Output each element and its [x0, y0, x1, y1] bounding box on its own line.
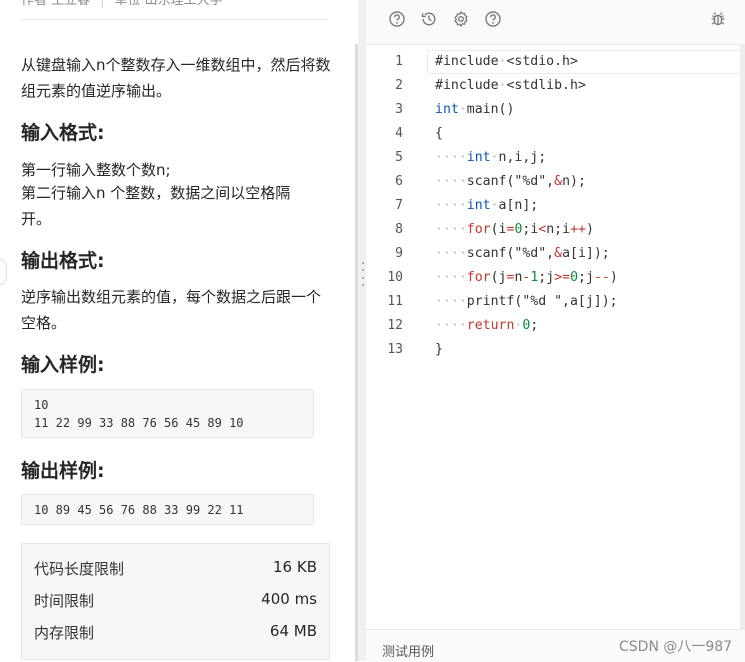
code-text: ····int·n,i,j; [435, 150, 547, 165]
line-number: 10 [387, 270, 403, 285]
code-text: ····printf("%d ",a[j]); [435, 294, 618, 309]
code-line[interactable]: 7 ····int·a[n]; [366, 194, 745, 218]
panel-splitter[interactable] [358, 0, 366, 661]
limit-label: 内存限制 [34, 624, 95, 642]
sample-input-title: 输入样例: [21, 354, 105, 376]
code-editor[interactable]: 1 #include·<stdio.h> 2 #include·<stdlib.… [366, 49, 745, 629]
input-format-title: 输入格式: [21, 122, 105, 144]
limit-label: 代码长度限制 [34, 560, 125, 578]
limit-row-code-length: 代码长度限制 16 KB [34, 558, 317, 580]
code-line[interactable]: 9 ····scanf("%d",&a[i]); [366, 242, 745, 266]
line-number: 6 [395, 174, 403, 189]
problem-description: 从键盘输入n个整数存入一维数组中，然后将数组元素的值逆序输出。 [21, 56, 331, 100]
code-text: } [435, 342, 443, 357]
limits-table: 代码长度限制 16 KB 时间限制 400 ms 内存限制 64 MB [21, 543, 330, 660]
sample-output-title: 输出样例: [21, 460, 105, 482]
code-text: ····return·0; [435, 318, 539, 333]
input-format-line2: 第二行输入n 个整数，数据之间以空格隔开。 [21, 184, 291, 228]
output-format-title: 输出格式: [21, 250, 105, 272]
limit-label: 时间限制 [34, 592, 95, 610]
sample-input-line: 10 [34, 398, 49, 412]
sample-input-line: 11 22 99 33 88 76 56 45 89 10 [34, 416, 244, 430]
code-line[interactable]: 2 #include·<stdlib.h> [366, 74, 745, 98]
sample-output-box[interactable]: 10 89 45 56 76 88 33 99 22 11 [21, 494, 314, 525]
code-line[interactable]: 13 } [366, 338, 745, 362]
editor-scrollbar[interactable] [740, 44, 745, 644]
editor-bottom-bar: 测试用例 CSDN @八一987 [366, 629, 745, 662]
watermark: CSDN @八一987 [619, 639, 733, 655]
collapse-handle[interactable] [0, 258, 7, 286]
code-text: ····for(i=0;i<n;i++) [435, 222, 594, 237]
line-number: 12 [387, 318, 403, 333]
line-number: 1 [395, 54, 403, 69]
code-text: int·main() [435, 102, 515, 117]
code-text: { [435, 126, 443, 141]
line-number: 3 [395, 102, 403, 117]
code-text: ····scanf("%d",&n); [435, 174, 586, 189]
code-line[interactable]: 11 ····printf("%d ",a[j]); [366, 290, 745, 314]
code-line[interactable]: 12 ····return·0; [366, 314, 745, 338]
limit-row-time: 时间限制 400 ms [34, 590, 317, 612]
code-line[interactable]: 8 ····for(i=0;i<n;i++) [366, 218, 745, 242]
author-label: 作者 王立春 [21, 0, 91, 8]
unit-label: 单位 山东理工大学 [114, 0, 223, 8]
code-text: ····for(j=n-1;j>=0;j--) [435, 270, 618, 285]
bug-icon[interactable] [709, 10, 727, 28]
line-number: 4 [395, 126, 403, 141]
author-row: 作者 王立春 | 单位 山东理工大学 [21, 0, 328, 20]
code-line[interactable]: 1 #include·<stdio.h> [366, 50, 745, 74]
limit-value: 400 ms [261, 590, 317, 608]
code-text: ····int·a[n]; [435, 198, 539, 213]
line-number: 11 [387, 294, 403, 309]
code-line[interactable]: 3 int·main() [366, 98, 745, 122]
editor-toolbar [366, 0, 745, 45]
output-format-text: 逆序输出数组元素的值，每个数据之后跟一个空格。 [21, 288, 322, 332]
editor-panel: 1 #include·<stdio.h> 2 #include·<stdlib.… [366, 0, 745, 662]
line-number: 5 [395, 150, 403, 165]
code-text: #include·<stdlib.h> [435, 78, 586, 93]
line-number: 13 [387, 342, 403, 357]
problem-panel: 作者 王立春 | 单位 山东理工大学 从键盘输入n个整数存入一维数组中，然后将数组元… [0, 0, 358, 661]
limit-row-memory: 内存限制 64 MB [34, 622, 317, 644]
help-circle-icon[interactable] [388, 10, 406, 28]
sample-input-box[interactable]: 10 11 22 99 33 88 76 56 45 89 10 [21, 389, 314, 438]
question-icon[interactable] [484, 10, 502, 28]
line-number: 8 [395, 222, 403, 237]
line-number: 2 [395, 78, 403, 93]
code-line[interactable]: 5 ····int·n,i,j; [366, 146, 745, 170]
code-line[interactable]: 4 { [366, 122, 745, 146]
line-number: 9 [395, 246, 403, 261]
testcase-tab[interactable]: 测试用例 [382, 641, 434, 660]
code-line[interactable]: 6 ····scanf("%d",&n); [366, 170, 745, 194]
code-line[interactable]: 10 ····for(j=n-1;j>=0;j--) [366, 266, 745, 290]
splitter-grip-icon[interactable] [360, 262, 365, 286]
sample-output-line: 10 89 45 56 76 88 33 99 22 11 [34, 503, 244, 517]
line-number: 7 [395, 198, 403, 213]
code-text: ····scanf("%d",&a[i]); [435, 246, 610, 261]
limit-value: 64 MB [269, 622, 317, 640]
history-icon[interactable] [420, 10, 438, 28]
code-text: #include·<stdio.h> [435, 54, 578, 69]
limit-value: 16 KB [273, 558, 317, 576]
settings-gear-icon[interactable] [452, 10, 470, 28]
